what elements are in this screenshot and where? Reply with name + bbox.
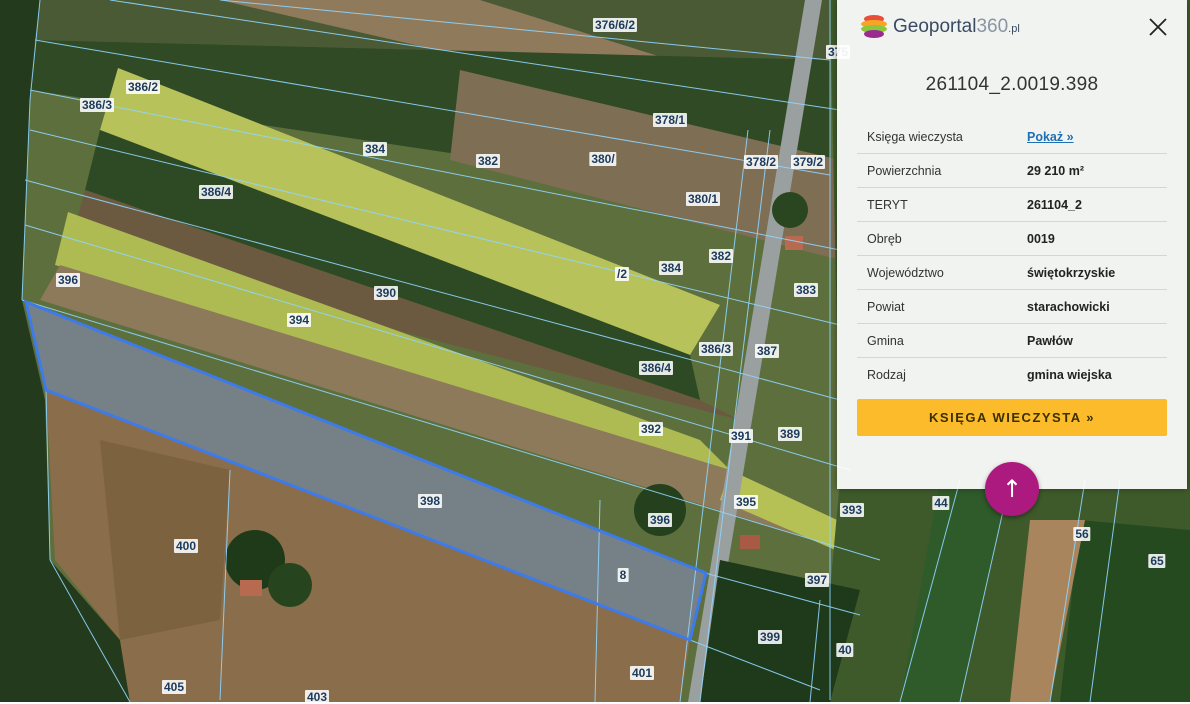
plot-number-label: 399: [757, 630, 783, 644]
info-row-value: gmina wiejska: [1027, 367, 1112, 382]
info-row-value: 261104_2: [1017, 187, 1167, 222]
info-row-label: TERYT: [857, 187, 1017, 222]
show-land-register-link[interactable]: Pokaż »: [1027, 130, 1074, 144]
scroll-top-button[interactable]: ↑: [985, 462, 1039, 516]
info-row: Gmina Pawłów: [857, 323, 1167, 358]
plot-number-label: 8: [617, 568, 629, 582]
plot-number-label: 400: [173, 539, 199, 553]
plot-number-label: 401: [629, 666, 655, 680]
plot-number-label: 378/2: [743, 155, 779, 169]
brand-word: Geoportal: [893, 16, 977, 37]
plot-number-label: 389: [777, 427, 803, 441]
info-row: TERYT 261104_2: [857, 187, 1167, 222]
plot-number-label: 393: [839, 503, 865, 517]
info-row-value: starachowicki: [1017, 289, 1167, 324]
plot-number-label: 379/2: [790, 155, 826, 169]
plot-number-label: 386/4: [198, 185, 234, 199]
info-row-label: Województwo: [857, 255, 1017, 290]
plot-number-label: 398: [417, 494, 443, 508]
info-row-label: Gmina: [857, 323, 1017, 358]
plot-number-label: 376/6/2: [592, 18, 638, 32]
plot-number-label: 396: [55, 273, 81, 287]
plot-number-label: 387: [754, 344, 780, 358]
plot-number-label: 65: [1148, 554, 1166, 568]
arrow-up-icon: ↑: [1001, 475, 1023, 503]
plot-number-label: 392: [638, 422, 664, 436]
info-row-label: Księga wieczysta: [857, 120, 1017, 154]
plot-number-label: 386/3: [79, 98, 115, 112]
info-row-value: Pawłów: [1017, 323, 1167, 358]
plot-number-label: 394: [286, 313, 312, 327]
info-row-value: 29 210 m²: [1017, 153, 1167, 188]
plot-number-label: 384: [362, 142, 388, 156]
plot-number-label: 380/1: [685, 192, 721, 206]
brand-suffix: .pl: [1008, 23, 1020, 35]
info-row-label: Obręb: [857, 221, 1017, 256]
plot-number-label: /2: [614, 267, 630, 281]
plot-number-label: 386/3: [698, 342, 734, 356]
plot-number-label: 44: [932, 496, 950, 510]
plot-number-label: 390: [373, 286, 399, 300]
plot-number-label: 56: [1073, 527, 1091, 541]
info-row: Województwo świętokrzyskie: [857, 255, 1167, 290]
plot-number-label: 382: [475, 154, 501, 168]
info-row: Księga wieczysta Pokaż »: [857, 120, 1167, 154]
plot-number-label: 382: [708, 249, 734, 263]
land-register-button[interactable]: KSIĘGA WIECZYSTA »: [857, 399, 1167, 436]
info-row-value: Pokaż »: [1017, 120, 1167, 154]
plot-number-label: 40: [836, 643, 854, 657]
plot-number-label: 384: [658, 261, 684, 275]
geoportal-logo[interactable]: Geoportal360.pl: [859, 13, 1020, 41]
parcel-info-table: Księga wieczysta Pokaż » Powierzchnia 29 21…: [857, 120, 1167, 391]
plot-number-label: 380/: [589, 152, 617, 166]
info-row: Obręb 0019: [857, 221, 1167, 256]
close-icon[interactable]: [1147, 16, 1169, 38]
brand-name: Geoportal360.pl: [893, 16, 1020, 38]
info-row-label: Powierzchnia: [857, 153, 1017, 188]
parcel-id-title: 261104_2.0019.398: [925, 74, 1099, 95]
geoportal-logo-icon: [861, 15, 887, 38]
parcel-info-panel: Geoportal360.pl 261104_2.0019.398 Księga…: [837, 0, 1187, 489]
plot-number-label: 378/1: [652, 113, 688, 127]
plot-number-label: 397: [804, 573, 830, 587]
plot-number-label: 391: [728, 429, 754, 443]
plot-number-label: 395: [733, 495, 759, 509]
plot-number-label: 386/2: [125, 80, 161, 94]
brand-number: 360: [976, 16, 1009, 37]
plot-number-label: 383: [793, 283, 819, 297]
info-row-value: świętokrzyskie: [1017, 255, 1167, 290]
info-row: Powierzchnia 29 210 m²: [857, 153, 1167, 188]
plot-number-label: 405: [161, 680, 187, 694]
plot-number-label: 386/4: [638, 361, 674, 375]
info-row: Rodzaj gmina wiejska: [857, 358, 1167, 392]
plot-number-label: 396: [647, 513, 673, 527]
info-row-value: 0019: [1017, 221, 1167, 256]
info-row-label: Rodzaj: [867, 367, 906, 382]
info-row-label: Powiat: [857, 289, 1017, 324]
info-row: Powiat starachowicki: [857, 289, 1167, 324]
